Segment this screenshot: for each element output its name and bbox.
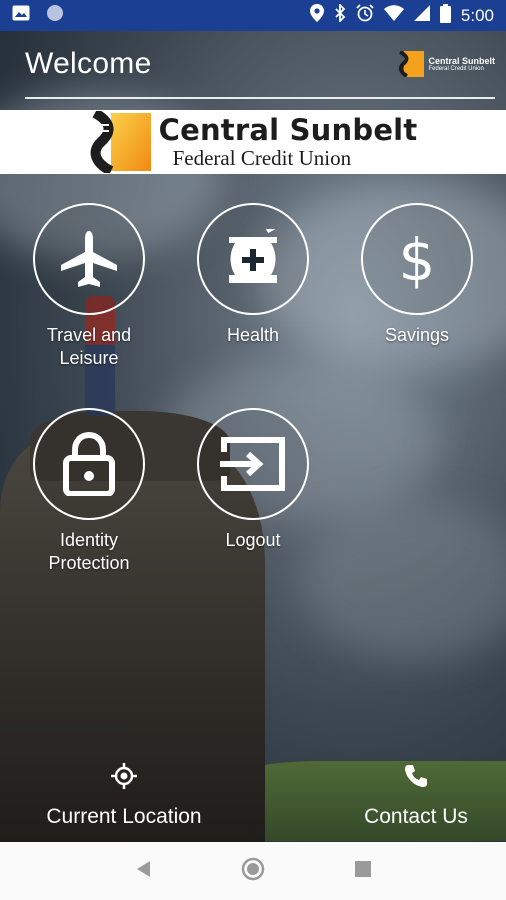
alarm-icon [356,4,374,27]
recent-apps-icon[interactable] [354,860,372,883]
travel-leisure-button[interactable]: Travel and Leisure [24,203,154,370]
system-nav-bar [0,842,506,900]
image-icon [12,5,30,26]
savings-label: Savings [384,325,450,345]
identity-protection-button[interactable]: Identity Protection [24,408,154,575]
app-header: Welcome Central Sunbelt Federal Credit U… [25,31,495,99]
travel-leisure-label: Travel and Leisure [46,325,132,368]
contact-us-button[interactable]: Contact Us [356,762,476,829]
travel-leisure-circle[interactable] [33,203,145,315]
status-time: 5:00 [460,5,494,25]
health-circle[interactable] [197,203,309,315]
signal-icon [413,5,430,26]
current-location-label: Current Location [46,805,202,828]
banner-title: Central Sunbelt [158,112,418,147]
header-logo-line2: Federal Credit Union [428,65,484,72]
health-label: Health [226,325,280,345]
logout-button[interactable]: Logout [188,408,318,552]
credit-union-logo-icon [88,111,151,173]
lock-icon [63,432,115,496]
header-logo: Central Sunbelt Federal Credit Union [398,51,495,77]
circle-icon [46,4,64,27]
svg-text:$: $ [399,228,436,290]
phone-icon [405,765,427,787]
logout-icon [220,437,285,491]
savings-button[interactable]: $ Savings [352,203,482,347]
battery-icon [439,3,451,28]
logout-circle[interactable] [197,408,309,520]
identity-protection-label: Identity Protection [48,530,130,573]
back-icon[interactable] [134,859,152,884]
home-icon[interactable] [241,857,265,886]
banner-subtitle: Federal Credit Union [172,145,352,170]
logout-label: Logout [225,530,281,550]
page-title: Welcome [25,47,152,80]
location-icon [309,4,324,27]
airplane-icon [61,231,117,287]
contact-us-label: Contact Us [364,805,468,828]
dollar-icon: $ [399,228,436,290]
health-button[interactable]: Health [188,203,318,347]
savings-circle[interactable]: $ [361,203,473,315]
brand-banner: Central Sunbelt Federal Credit Union [0,110,506,174]
current-location-button[interactable]: Current Location [38,762,210,829]
mortar-pestle-icon [229,229,277,283]
status-bar: 5:00 [0,0,506,31]
crosshair-location-icon [111,763,137,789]
bluetooth-icon [334,2,346,27]
identity-protection-circle[interactable] [33,408,145,520]
logo-icon [399,51,425,77]
wifi-icon [383,5,404,26]
header-logo-line1: Central Sunbelt [428,55,495,66]
